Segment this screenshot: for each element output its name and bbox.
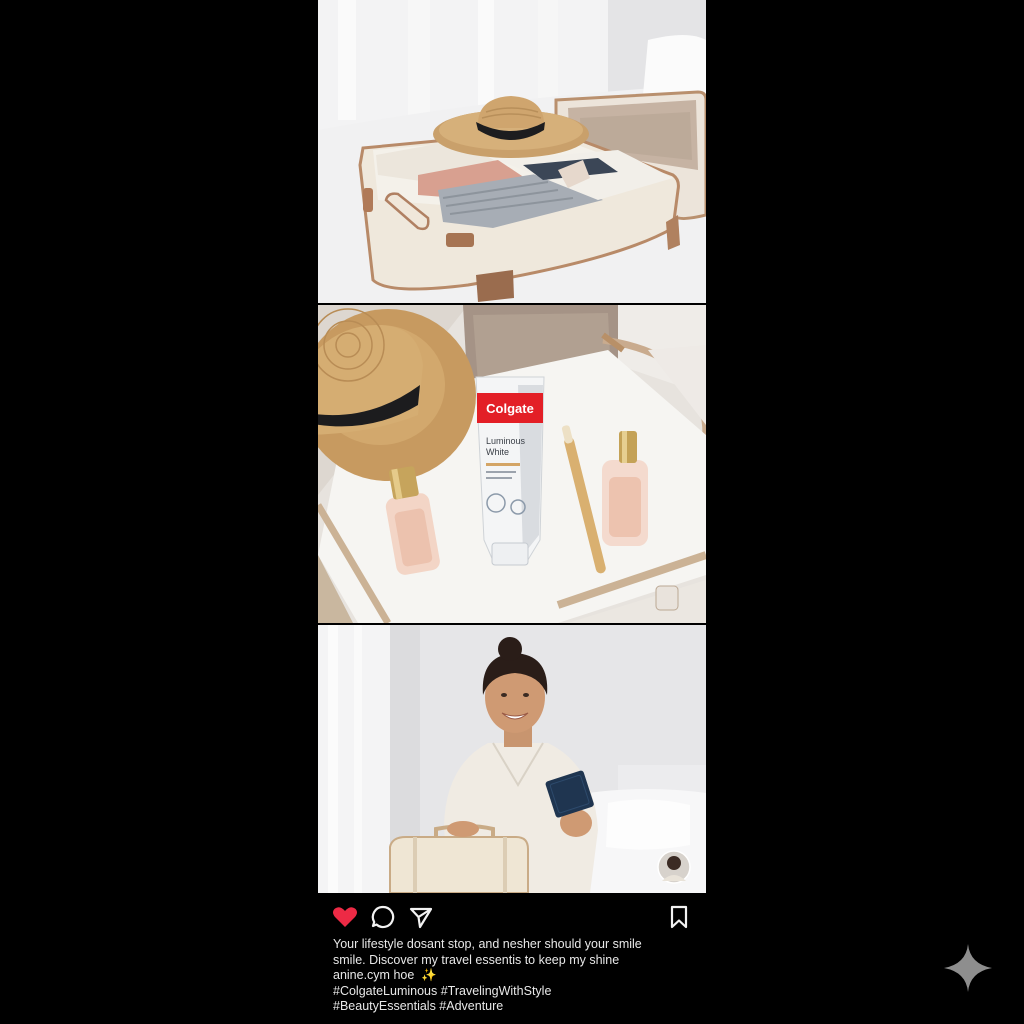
caption-line: smile. Discover my travel essentis to ke… bbox=[333, 952, 620, 967]
post-image-toothpaste[interactable]: Colgate Luminous White bbox=[318, 305, 706, 623]
toothpaste-tube: Colgate Luminous White bbox=[475, 376, 545, 566]
instagram-post: Colgate Luminous White Your lifestyle do… bbox=[318, 0, 706, 1024]
post-image-woman[interactable] bbox=[318, 625, 706, 893]
bookmark-icon[interactable] bbox=[665, 903, 693, 931]
hashtag-line[interactable]: #ColgateLuminous #TravelingWithStyle bbox=[333, 984, 683, 1000]
caption-line: Your lifestyle dosant stop, and nesher s… bbox=[333, 937, 642, 951]
caption-line-text: anine.cym hoe bbox=[333, 968, 415, 982]
heart-icon[interactable] bbox=[331, 903, 359, 931]
post-action-bar bbox=[318, 903, 706, 931]
product-name-line1: Luminous bbox=[486, 436, 526, 446]
send-icon[interactable] bbox=[407, 903, 435, 931]
comment-icon[interactable] bbox=[369, 903, 397, 931]
sparkle-icon bbox=[944, 944, 992, 992]
brand-logo-text: Colgate bbox=[486, 401, 534, 416]
hashtag-line[interactable]: #BeautyEssentials #Adventure bbox=[333, 999, 683, 1015]
tagged-user-avatar[interactable] bbox=[657, 850, 691, 884]
sparkles-emoji: ✨ bbox=[421, 968, 437, 982]
product-name-line2: White bbox=[486, 447, 509, 457]
post-caption: Your lifestyle dosant stop, and nesher s… bbox=[333, 937, 683, 1015]
caption-line: anine.cym hoe ✨ bbox=[333, 968, 683, 984]
post-image-suitcase[interactable] bbox=[318, 0, 706, 303]
